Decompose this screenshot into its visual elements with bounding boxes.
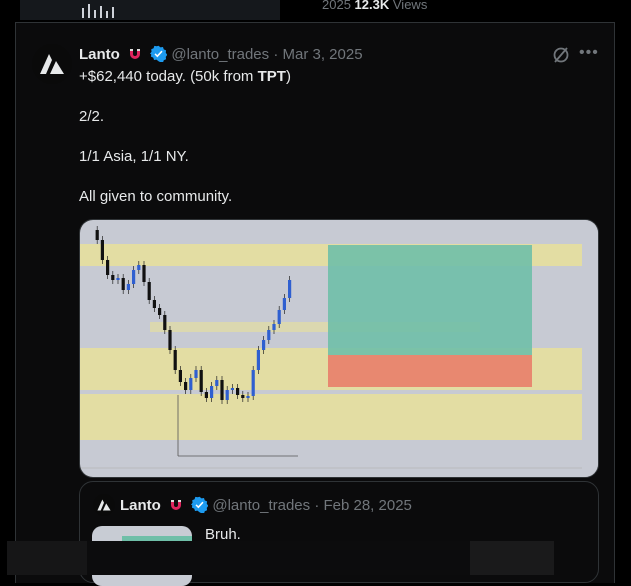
lanto-logo-icon	[40, 54, 64, 74]
bottom-overlay-left	[7, 541, 87, 575]
candle-body	[137, 265, 141, 270]
quoted-avatar[interactable]	[93, 494, 115, 516]
magnet-icon	[171, 500, 181, 510]
verified-icon	[150, 45, 168, 62]
author-name[interactable]: Lanto	[79, 46, 120, 63]
candle-body	[277, 310, 281, 324]
candle-body	[282, 298, 286, 310]
quoted-author-name[interactable]: Lanto	[120, 497, 161, 514]
grok-icon[interactable]	[552, 46, 570, 64]
candle-body	[163, 315, 167, 330]
candle-body	[100, 240, 104, 260]
post-line-3: 1/1 Asia, 1/1 NY.	[79, 148, 189, 165]
views-count: 2025 12.3K Views	[322, 0, 428, 12]
candle-body	[199, 370, 203, 392]
previous-post-strip: 2025 12.3K Views	[0, 0, 631, 22]
verified-icon	[191, 496, 209, 513]
candle-body	[106, 260, 110, 275]
candle-body	[126, 284, 130, 290]
candle-body	[267, 330, 271, 340]
post-date[interactable]: Mar 3, 2025	[282, 46, 362, 63]
candle-body	[147, 282, 151, 300]
candle-body	[210, 386, 214, 398]
candle-body	[142, 265, 146, 282]
candle-body	[215, 380, 219, 386]
candle-body	[184, 382, 188, 390]
candle-body	[178, 370, 182, 382]
trading-chart-image	[80, 220, 598, 477]
candle-body	[111, 275, 115, 280]
candle-body	[173, 350, 177, 370]
post-text: +$62,440 today. (50k from TPT) 2/2. 1/1 …	[79, 67, 291, 227]
post-header: Lanto @lanto_trades · Mar 3, 2025	[79, 45, 363, 65]
candle-body	[204, 392, 208, 398]
candle-body	[189, 378, 193, 390]
candle-body	[132, 270, 136, 284]
candle-body	[116, 278, 120, 280]
candle-body	[230, 388, 234, 390]
post-line-4: All given to community.	[79, 188, 233, 205]
candle-body	[225, 390, 229, 400]
avatar[interactable]	[32, 44, 72, 84]
candle-body	[241, 395, 245, 398]
previous-media-thumbnail[interactable]	[20, 0, 280, 20]
post-media-chart-image[interactable]	[79, 219, 599, 478]
post-line-2: 2/2.	[79, 108, 105, 125]
candle-body	[236, 388, 240, 395]
candle-body	[288, 280, 292, 298]
lanto-logo-icon	[97, 499, 111, 511]
candle-body	[256, 350, 260, 370]
candle-body	[95, 230, 99, 240]
candle-body	[158, 308, 162, 315]
previous-media-bars-icon	[82, 4, 114, 18]
candle-body	[152, 300, 156, 308]
candle-body	[246, 396, 250, 398]
candle-body	[262, 340, 266, 350]
bottom-overlay-right	[470, 541, 554, 575]
candle-body	[168, 330, 172, 350]
candle-body	[121, 278, 125, 290]
candle-body	[220, 380, 224, 400]
quoted-author-handle[interactable]: @lanto_trades	[212, 497, 310, 514]
author-handle[interactable]: @lanto_trades	[171, 46, 269, 63]
more-icon[interactable]: •••	[579, 44, 599, 62]
candle-body	[251, 370, 255, 396]
magnet-icon	[130, 49, 140, 59]
candle-body	[272, 324, 276, 330]
post-line-1: +$62,440 today. (50k from TPT)	[79, 68, 291, 85]
quoted-post-header: Lanto @lanto_trades · Feb 28, 2025	[120, 496, 412, 516]
quoted-post-date[interactable]: Feb 28, 2025	[323, 497, 411, 514]
candle-body	[194, 370, 198, 378]
